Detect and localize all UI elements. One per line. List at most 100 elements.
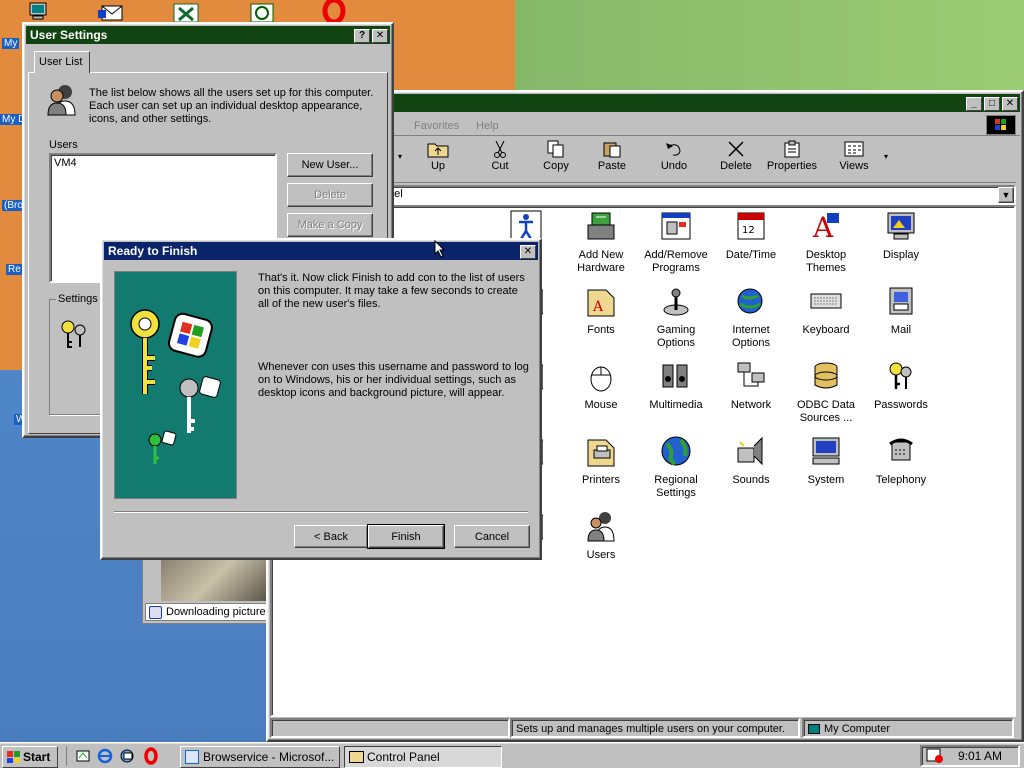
users-icon xyxy=(587,512,615,542)
cp-item-label: Network xyxy=(730,399,772,411)
multimedia-icon xyxy=(662,364,688,388)
toolbar-views-button[interactable]: Views xyxy=(826,140,882,180)
cp-item-label: ODBC Data Sources ... xyxy=(796,399,856,424)
cp-item-internet-options[interactable]: Internet Options xyxy=(713,284,789,350)
close-button[interactable]: ✕ xyxy=(520,245,536,259)
toolbar-cut-label: Cut xyxy=(491,160,509,172)
opera-icon[interactable] xyxy=(143,747,159,765)
ready-to-finish-dialog[interactable]: Ready to Finish ✕ That's it. Now click F… xyxy=(100,238,542,560)
user-list-item[interactable]: VM4 xyxy=(54,157,272,169)
cp-item-system[interactable]: System xyxy=(788,434,864,487)
cp-item-multimedia[interactable]: Multimedia xyxy=(638,359,714,412)
cp-item-printers[interactable]: Printers xyxy=(563,434,639,487)
toolbar-copy-button[interactable]: Copy xyxy=(528,140,584,180)
opera-desktop-icon[interactable] xyxy=(320,0,348,25)
copy-icon xyxy=(547,140,564,158)
add-remove-programs-icon xyxy=(661,212,691,240)
cancel-button[interactable]: Cancel xyxy=(454,525,530,548)
cp-item-add-remove-programs[interactable]: Add/Remove Programs xyxy=(638,209,714,275)
properties-icon xyxy=(784,140,800,158)
new-user-button[interactable]: New User... xyxy=(287,153,373,177)
tab-user-list[interactable]: User List xyxy=(34,51,90,73)
user-settings-titlebar[interactable]: User Settings ? ✕ xyxy=(26,26,390,44)
wizard-title: Ready to Finish xyxy=(108,244,198,258)
desktop-label-recycle[interactable]: Re xyxy=(6,264,23,275)
taskbar-control-panel-label: Control Panel xyxy=(367,750,440,764)
close-button[interactable]: ✕ xyxy=(1002,97,1018,111)
mouse-cursor-icon xyxy=(434,240,446,258)
cp-item-add-hardware[interactable]: Add New Hardware xyxy=(563,209,639,275)
ie-page-icon xyxy=(149,606,162,619)
start-button[interactable]: Start xyxy=(2,746,58,768)
my-computer-desktop-icon[interactable] xyxy=(28,2,56,24)
cp-item-keyboard[interactable]: Keyboard xyxy=(788,284,864,337)
taskbar: Start Browservice - Microsof... Control … xyxy=(0,742,1024,768)
display-icon xyxy=(887,212,915,240)
cp-item-date-time[interactable]: 12 Date/Time xyxy=(713,209,789,262)
back-button[interactable]: < Back xyxy=(294,525,368,548)
cp-item-desktop-themes[interactable]: A Desktop Themes xyxy=(788,209,864,275)
toolbar-cut-button[interactable]: Cut xyxy=(472,140,528,180)
cp-item-fonts[interactable]: A Fonts xyxy=(563,284,639,337)
start-label: Start xyxy=(23,750,51,764)
cp-item-regional-settings[interactable]: Regional Settings xyxy=(638,434,714,500)
make-copy-button[interactable]: Make a Copy xyxy=(287,213,373,237)
toolbar-paste-label: Paste xyxy=(597,160,627,172)
toolbar-properties-button[interactable]: Properties xyxy=(762,140,822,180)
cp-item-users[interactable]: Users xyxy=(563,509,639,562)
toolbar-up-label: Up xyxy=(430,160,446,172)
menu-help[interactable]: Help xyxy=(476,120,499,132)
cp-item-label: Internet Options xyxy=(732,324,770,349)
cp-item-passwords[interactable]: Passwords xyxy=(863,359,939,412)
close-button[interactable]: ✕ xyxy=(372,29,388,43)
toolbar-up-button[interactable]: Up xyxy=(410,140,466,180)
cp-item-mail[interactable]: Mail xyxy=(863,284,939,337)
cp-item-mouse[interactable]: Mouse xyxy=(563,359,639,412)
sounds-icon xyxy=(737,436,763,466)
scheduler-tray-icon[interactable] xyxy=(926,748,944,764)
views-dropdown-icon[interactable]: ▾ xyxy=(884,152,888,161)
internet-explorer-icon[interactable] xyxy=(97,748,113,764)
help-button[interactable]: ? xyxy=(354,29,370,43)
menu-favorites[interactable]: Favorites xyxy=(414,120,459,132)
desktop-wallpaper-green xyxy=(515,0,1024,95)
excel-desktop-icon[interactable] xyxy=(172,2,200,24)
back-dropdown-icon[interactable]: ▾ xyxy=(398,152,402,161)
browser-popup-image xyxy=(161,559,267,601)
cp-item-telephony[interactable]: Telephony xyxy=(863,434,939,487)
quick-launch xyxy=(66,746,172,766)
cp-item-label: Display xyxy=(882,249,920,261)
wizard-separator xyxy=(114,511,528,513)
clock[interactable]: 9:01 AM xyxy=(958,749,1002,763)
outlook-desktop-icon[interactable] xyxy=(96,2,124,24)
maximize-button[interactable]: □ xyxy=(984,97,1000,111)
finish-button[interactable]: Finish xyxy=(367,524,445,549)
description-text: The list below shows all the users set u… xyxy=(89,87,374,125)
show-desktop-icon[interactable] xyxy=(75,748,91,764)
printers-icon xyxy=(587,439,615,467)
cp-item-sounds[interactable]: Sounds xyxy=(713,434,789,487)
toolbar-undo-button[interactable]: Undo xyxy=(646,140,702,180)
views-icon xyxy=(844,141,864,157)
cp-item-odbc[interactable]: ODBC Data Sources ... xyxy=(788,359,864,425)
delete-button[interactable]: Delete xyxy=(287,183,373,207)
toolbar-paste-button[interactable]: Paste xyxy=(584,140,640,180)
control-panel-folder-icon xyxy=(349,751,364,763)
minimize-button[interactable]: _ xyxy=(966,97,982,111)
odbc-icon xyxy=(814,362,838,389)
cp-item-network[interactable]: Network xyxy=(713,359,789,412)
outlook-express-icon[interactable] xyxy=(119,748,135,764)
address-dropdown-button[interactable]: ▼ xyxy=(998,187,1014,203)
taskbar-browservice-button[interactable]: Browservice - Microsof... xyxy=(180,746,340,768)
keys-illustration-icon xyxy=(130,309,221,464)
desktop-label-my[interactable]: My xyxy=(2,38,20,49)
network-icon xyxy=(737,362,765,387)
cp-item-label: Mouse xyxy=(584,399,618,411)
cp-item-display[interactable]: Display xyxy=(863,209,939,262)
toolbar-delete-button[interactable]: Delete xyxy=(708,140,764,180)
cp-item-gaming-options[interactable]: Gaming Options xyxy=(638,284,714,350)
wizard-titlebar[interactable]: Ready to Finish ✕ xyxy=(104,242,538,260)
svg-text:12: 12 xyxy=(742,225,755,236)
taskbar-control-panel-button[interactable]: Control Panel xyxy=(344,746,502,768)
scheduler-desktop-icon[interactable] xyxy=(248,2,276,24)
